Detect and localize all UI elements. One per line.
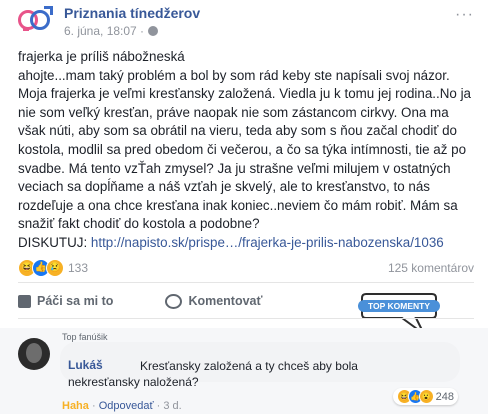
avatar[interactable] xyxy=(18,338,50,370)
comment-reactions[interactable]: 😆 👍 😮 248 xyxy=(392,388,458,405)
top-fan-tag: Top fanúšik xyxy=(62,332,108,342)
logo-male-arrow xyxy=(44,6,53,15)
sad-reaction-icon[interactable]: 😢 xyxy=(46,259,64,277)
avatar-face xyxy=(26,343,42,363)
discussion-link[interactable]: http://napisto.sk/prispe…/frajerka-je-pr… xyxy=(91,235,444,250)
globe-icon xyxy=(148,26,159,36)
page-name[interactable]: Priznania tínedžerov xyxy=(64,5,200,21)
comment-reaction-count: 248 xyxy=(435,390,454,403)
post-date[interactable]: 6. júna, 18:07 · xyxy=(64,24,144,38)
reactions-summary: 😆 👍 😢 133 125 komentárov xyxy=(18,258,474,278)
comment-author[interactable]: Lukáš xyxy=(68,358,103,372)
post-header: Priznania tínedžerov 6. júna, 18:07 · xyxy=(18,2,200,38)
comments-section: Top fanúšik Kresťansky založená a ty chc… xyxy=(0,328,488,414)
comment-button[interactable]: Komentovať xyxy=(165,293,263,309)
comment-count[interactable]: 125 komentárov xyxy=(388,261,474,275)
divider xyxy=(18,282,474,283)
comment-time[interactable]: 3 d. xyxy=(163,400,181,412)
haha-button[interactable]: Haha xyxy=(62,400,89,412)
reaction-count[interactable]: 133 xyxy=(68,261,88,275)
comment-label: Komentovať xyxy=(188,294,263,308)
more-options-icon[interactable]: ··· xyxy=(455,6,474,24)
post-card: Priznania tínedžerov 6. júna, 18:07 · ··… xyxy=(0,0,488,414)
badge-label: TOP KOMENTY xyxy=(368,301,430,311)
logo-female-sign xyxy=(23,28,29,31)
reply-button[interactable]: Odpovedať xyxy=(99,400,154,412)
like-button[interactable]: Páči sa mi to xyxy=(18,294,113,308)
header-text: Priznania tínedžerov 6. júna, 18:07 · xyxy=(64,5,200,38)
comment-text: Kresťansky založená a ty chceš aby bola … xyxy=(68,359,358,389)
divider xyxy=(18,318,474,319)
comment-actions: Haha · Odpovedať · 3 d. xyxy=(62,400,182,412)
comment-icon xyxy=(165,293,183,309)
like-label: Páči sa mi to xyxy=(37,294,114,308)
page-logo[interactable] xyxy=(18,2,54,38)
wow-reaction-icon: 😮 xyxy=(418,389,434,404)
post-body: frajerka je príliš nábožneská ahojte...m… xyxy=(18,48,478,253)
post-meta: 6. júna, 18:07 · xyxy=(64,24,200,38)
post-text: frajerka je príliš nábožneská ahojte...m… xyxy=(18,49,472,250)
thumbs-up-icon xyxy=(18,294,31,308)
